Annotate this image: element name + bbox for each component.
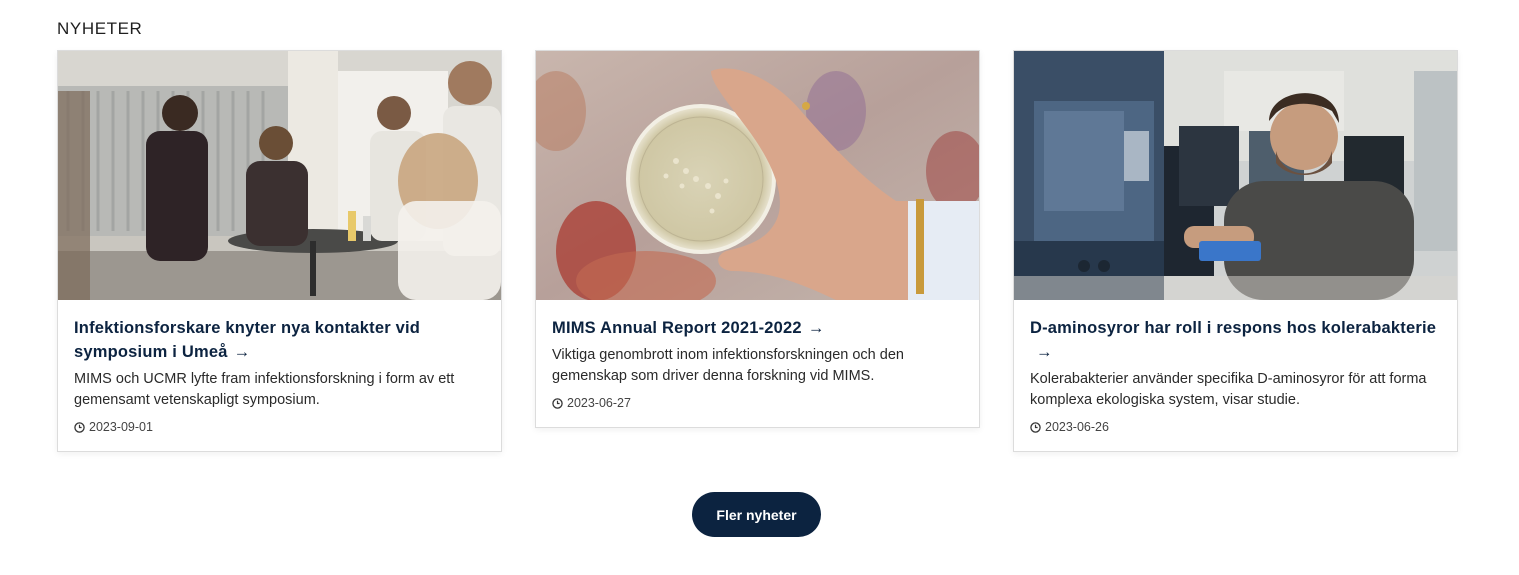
section-title: NYHETER (57, 19, 143, 38)
news-title-text[interactable]: D-aminosyror har roll i respons hos kole… (1030, 319, 1436, 337)
news-image[interactable] (1014, 51, 1457, 300)
news-title[interactable]: D-aminosyror har roll i respons hos kole… (1030, 316, 1441, 364)
news-date-text: 2023-06-26 (1045, 420, 1109, 434)
clock-icon (74, 421, 85, 433)
news-title[interactable]: Infektionsforskare knyter nya kontakter … (74, 316, 485, 364)
news-card[interactable]: Infektionsforskare knyter nya kontakter … (57, 50, 502, 452)
clock-icon (1030, 421, 1041, 433)
news-title[interactable]: MIMS Annual Report 2021-2022 → (552, 316, 963, 340)
news-excerpt: Kolerabakterier använder specifika D-ami… (1030, 371, 1427, 408)
news-card[interactable]: D-aminosyror har roll i respons hos kole… (1013, 50, 1458, 452)
arrow-right-icon: → (1036, 343, 1053, 361)
arrow-right-icon: → (233, 343, 251, 361)
news-date: 2023-06-26 (1030, 420, 1441, 434)
more-news-button[interactable]: Fler nyheter (692, 492, 821, 537)
arrow-right-icon: → (807, 319, 825, 337)
news-card[interactable]: MIMS Annual Report 2021-2022 → Viktiga ge… (535, 50, 980, 428)
news-date-text: 2023-09-01 (89, 420, 153, 434)
news-excerpt: MIMS och UCMR lyfte fram infektionsforsk… (74, 371, 455, 408)
news-excerpt: Viktiga genombrott inom infektionsforskn… (552, 347, 904, 384)
news-date-text: 2023-06-27 (567, 396, 631, 410)
news-title-text[interactable]: MIMS Annual Report 2021-2022 (552, 319, 802, 337)
news-date: 2023-06-27 (552, 396, 963, 410)
clock-icon (552, 397, 563, 409)
news-image[interactable] (536, 51, 979, 300)
news-date: 2023-09-01 (74, 420, 485, 434)
news-image[interactable] (58, 51, 501, 300)
news-card-list: Infektionsforskare knyter nya kontakter … (57, 50, 1458, 452)
